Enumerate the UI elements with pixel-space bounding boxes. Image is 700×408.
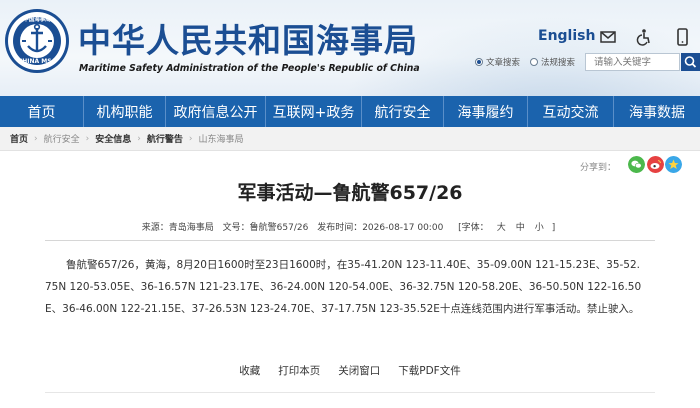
email-icon[interactable] <box>598 27 618 47</box>
font-size-control: [字体： 大中小] <box>455 223 558 233</box>
article-meta: 来源：青岛海事局 文号：鲁航警657/26 发布时间：2026-08-17 00… <box>0 220 700 233</box>
article-actions: 收藏 打印本页 关闭窗口 下载PDF文件 <box>0 363 700 378</box>
site-header: CHINA MSA 中国海事局 中华人民共和国海事局 Maritime Safe… <box>0 0 700 96</box>
meta-publish-date: 发布时间：2026-08-17 00:00 <box>317 223 444 233</box>
download-pdf-button[interactable]: 下载PDF文件 <box>398 363 460 378</box>
nav-item-internet-services[interactable]: 互联网+政务 <box>266 96 362 127</box>
accessibility-icon[interactable] <box>634 27 654 47</box>
font-size-small[interactable]: 小 <box>535 223 544 233</box>
breadcrumb-separator: › <box>85 133 90 144</box>
radio-rules[interactable] <box>530 58 538 66</box>
divider <box>45 392 655 393</box>
radio-rules-label: 法规搜索 <box>541 58 576 68</box>
wechat-icon[interactable] <box>628 156 645 173</box>
mobile-icon[interactable] <box>672 27 692 47</box>
share-label: 分享到： <box>580 163 617 173</box>
font-size-close: ] <box>551 223 556 233</box>
logo-top-text: 中国海事局 <box>23 15 51 23</box>
nav-item-info-disclosure[interactable]: 政府信息公开 <box>166 96 266 127</box>
radio-articles-label: 文章搜索 <box>486 58 521 68</box>
nav-item-interaction[interactable]: 互动交流 <box>528 96 614 127</box>
close-window-button[interactable]: 关闭窗口 <box>338 363 380 378</box>
article-title: 军事活动—鲁航警657/26 <box>237 182 463 204</box>
breadcrumb-separator: › <box>137 133 141 144</box>
breadcrumb-shandong-msa[interactable]: 山东海事局 <box>199 132 244 145</box>
nav-item-home[interactable]: 首页 <box>0 96 84 127</box>
search-button[interactable] <box>681 53 700 71</box>
breadcrumb-safety-info[interactable]: 安全信息 <box>95 132 131 145</box>
nav-item-organization[interactable]: 机构职能 <box>84 96 166 127</box>
search-option-rules[interactable]: 法规搜索 <box>530 56 575 68</box>
breadcrumb-nav-warnings[interactable]: 航行警告 <box>147 132 183 145</box>
search-input[interactable] <box>585 53 680 71</box>
meta-source: 来源：青岛海事局 <box>141 223 214 233</box>
weibo-icon[interactable] <box>647 156 664 173</box>
breadcrumb-navigation-safety[interactable]: 航行安全 <box>44 132 80 145</box>
breadcrumb: 首页 › 航行安全 › 安全信息 › 航行警告 › 山东海事局 <box>0 127 700 151</box>
article-body: 鲁航警657/26，黄海，8月20日1600时至23日1600时，在35-41.… <box>45 259 642 315</box>
breadcrumb-home[interactable]: 首页 <box>10 132 28 145</box>
favorite-button[interactable]: 收藏 <box>239 363 260 378</box>
english-link[interactable]: English <box>538 28 595 44</box>
main-nav: 首页 机构职能 政府信息公开 互联网+政务 航行安全 海事履约 互动交流 海事数… <box>0 96 700 127</box>
divider <box>45 240 655 241</box>
nav-item-navigation-safety[interactable]: 航行安全 <box>362 96 444 127</box>
meta-doc-number: 文号：鲁航警657/26 <box>222 223 309 233</box>
nav-item-compliance[interactable]: 海事履约 <box>444 96 528 127</box>
print-button[interactable]: 打印本页 <box>278 363 320 378</box>
font-size-medium[interactable]: 中 <box>516 223 525 233</box>
radio-articles[interactable] <box>475 58 483 66</box>
msa-logo[interactable]: CHINA MSA 中国海事局 <box>4 8 70 74</box>
site-title: 中华人民共和国海事局 <box>78 21 418 60</box>
font-size-label: [字体： <box>458 223 489 233</box>
breadcrumb-separator: › <box>188 133 193 144</box>
logo-text: CHINA MSA <box>18 58 57 65</box>
qzone-icon[interactable] <box>665 156 682 173</box>
breadcrumb-separator: › <box>34 133 38 144</box>
search-icon <box>684 56 697 68</box>
font-size-large[interactable]: 大 <box>497 223 506 233</box>
site-subtitle: Maritime Safety Administration of the Pe… <box>79 63 420 74</box>
search-option-articles[interactable]: 文章搜索 <box>475 56 520 68</box>
nav-item-data[interactable]: 海事数据 <box>614 96 700 127</box>
